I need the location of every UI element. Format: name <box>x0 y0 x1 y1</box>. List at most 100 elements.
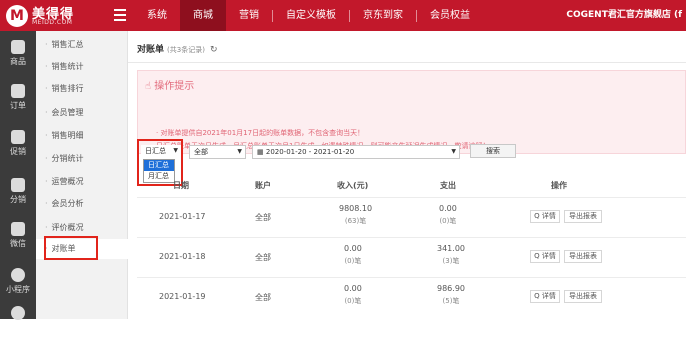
search-button[interactable]: 搜索 <box>470 144 516 158</box>
distribution-icon <box>11 178 25 192</box>
submenu-item-review-overview[interactable]: · 评价概况 <box>36 218 128 238</box>
table-row: 2021-01-17 全部 9808.10 (63)笔 0.00 (0)笔 Q 详情… <box>137 197 686 237</box>
submenu-item-distribution-stats[interactable]: · 分销统计 <box>36 149 128 169</box>
refresh-icon[interactable]: ↻ <box>210 45 218 55</box>
expense-value: 341.00 <box>437 244 465 253</box>
leftbar-label: 微信 <box>10 239 26 248</box>
income-value: 0.00 <box>344 284 362 293</box>
column-header: 支出 <box>440 181 456 190</box>
expense-count: (3)笔 <box>442 257 460 265</box>
leftbar-item-distribution[interactable]: 分销 <box>0 173 36 211</box>
detail-button[interactable]: Q 详情 <box>530 250 560 263</box>
main-content: 对账单 (共3条记录) ↻ ☝ 操作提示 · 对账单提供自2021年01月17日起的… <box>128 31 686 319</box>
row-income: 0.00 (0)笔 <box>344 244 362 266</box>
logo-subtitle: MEIDD.COM <box>32 19 73 26</box>
highlight-box-statement <box>44 236 98 260</box>
caret-down-icon: ▼ <box>237 148 242 155</box>
row-date: 2021-01-17 <box>159 212 206 221</box>
row-account: 全部 <box>255 213 271 222</box>
leftbar-item-wechat[interactable]: 微信 <box>0 217 36 255</box>
submenu-label: 评价概况 <box>51 223 84 232</box>
submenu-item-member-management[interactable]: · 会员管理 <box>36 103 128 123</box>
submenu-label: 运营概况 <box>51 177 84 186</box>
notice-line: · 对账单提供自2021年01月17日起的账单数据，不包含查询当天！ <box>156 129 365 137</box>
account-select[interactable]: 全部 ▼ <box>189 145 246 159</box>
leftbar-label: 订单 <box>10 101 26 110</box>
income-count: (0)笔 <box>344 257 362 265</box>
submenu-label: 会员管理 <box>51 108 84 117</box>
submenu-item-member-analysis[interactable]: · 会员分析 <box>36 194 128 214</box>
income-count: (0)笔 <box>344 297 362 305</box>
column-header: 账户 <box>255 181 271 190</box>
income-value: 0.00 <box>344 244 362 253</box>
row-expense: 986.90 (5)笔 <box>437 284 465 306</box>
submenu-label: 销售统计 <box>51 62 84 71</box>
logo-mark-icon: M <box>6 5 28 27</box>
export-report-button[interactable]: 导出报表 <box>564 210 602 223</box>
top-nav-system[interactable]: 系统 <box>134 0 180 31</box>
submenu-item-sales-ranking[interactable]: · 销售排行 <box>36 79 128 99</box>
top-nav-mall[interactable]: 商城 <box>180 0 226 31</box>
column-header: 日期 <box>173 181 189 190</box>
page-title: 对账单 (共3条记录) ↻ <box>137 42 217 55</box>
leftbar-label: 促销 <box>10 147 26 156</box>
sub-menu: · 销售汇总 · 销售统计 · 销售排行 · 会员管理 · 销售明细 · 分销统计 · 运营概… <box>36 31 128 319</box>
leftbar-item-orders[interactable]: 订单 <box>0 79 36 117</box>
hamburger-icon[interactable] <box>114 9 126 21</box>
account-select-value: 全部 <box>194 148 208 156</box>
submenu-item-operation-overview[interactable]: · 运营概况 <box>36 172 128 192</box>
table-header: 日期 账户 收入(元) 支出 操作 <box>137 177 686 193</box>
date-range-input[interactable]: ▦ 2020-01-20 - 2021-01-20 ▼ <box>252 145 460 159</box>
caret-down-icon: ▼ <box>451 148 456 155</box>
row-date: 2021-01-19 <box>159 292 206 301</box>
detail-button[interactable]: Q 详情 <box>530 210 560 223</box>
submenu-label: 销售明细 <box>51 131 84 140</box>
submenu-item-sales-summary[interactable]: · 销售汇总 <box>36 35 128 55</box>
leftbar-item-goods[interactable]: 商品 <box>0 35 36 73</box>
submenu-item-sales-detail[interactable]: · 销售明细 <box>36 126 128 146</box>
export-report-button[interactable]: 导出报表 <box>564 290 602 303</box>
leftbar-item-promo[interactable]: 促销 <box>0 125 36 163</box>
leftbar-item-miniprogram[interactable]: 小程序 <box>0 263 36 301</box>
column-header: 操作 <box>551 181 567 190</box>
income-value: 9808.10 <box>339 204 373 213</box>
notice-title-text: 操作提示 <box>154 81 195 92</box>
leftbar-label: 商品 <box>10 57 26 66</box>
leftbar-label: 小程序 <box>6 285 30 294</box>
shop-name[interactable]: COGENT君汇官方旗舰店 (f <box>566 0 682 31</box>
submenu-label: 分销统计 <box>51 154 84 163</box>
record-count: (共3条记录) <box>167 46 205 54</box>
row-income: 9808.10 (63)笔 <box>339 204 372 226</box>
top-bar: M 美得得 MEIDD.COM 系统 商城 营销 自定义模板 京东到家 会员权益… <box>0 0 686 31</box>
top-nav-marketing[interactable]: 营销 <box>226 0 272 31</box>
expense-value: 986.90 <box>437 284 465 293</box>
row-date: 2021-01-18 <box>159 252 206 261</box>
submenu-label: 销售汇总 <box>51 40 84 49</box>
row-account: 全部 <box>255 253 271 262</box>
top-nav-jd-daojia[interactable]: 京东到家 <box>350 0 416 31</box>
top-nav-custom-template[interactable]: 自定义模板 <box>273 0 349 31</box>
submenu-label: 销售排行 <box>51 84 84 93</box>
notice-panel: ☝ 操作提示 · 对账单提供自2021年01月17日起的账单数据，不包含查询当天… <box>137 70 686 154</box>
miniprogram-icon <box>11 268 25 282</box>
row-expense: 341.00 (3)笔 <box>437 244 465 266</box>
page-title-text: 对账单 <box>137 45 165 55</box>
promo-icon <box>11 130 25 144</box>
notice-title: ☝ 操作提示 <box>145 77 194 92</box>
top-nav-member-rights[interactable]: 会员权益 <box>417 0 483 31</box>
leftbar-item-more[interactable] <box>0 301 36 339</box>
leftbar-label: 分销 <box>10 195 26 204</box>
logo[interactable]: M 美得得 MEIDD.COM <box>6 3 106 29</box>
detail-button[interactable]: Q 详情 <box>530 290 560 303</box>
calendar-icon: ▦ <box>257 148 264 156</box>
submenu-item-sales-stats[interactable]: · 销售统计 <box>36 57 128 77</box>
more-icon <box>11 306 25 320</box>
wechat-icon <box>11 222 25 236</box>
bag-icon <box>11 40 25 54</box>
row-income: 0.00 (0)笔 <box>344 284 362 306</box>
export-report-button[interactable]: 导出报表 <box>564 250 602 263</box>
hand-pointer-icon: ☝ <box>145 81 152 92</box>
divider <box>128 62 686 63</box>
column-header: 收入(元) <box>337 181 369 190</box>
expense-count: (0)笔 <box>439 217 457 225</box>
